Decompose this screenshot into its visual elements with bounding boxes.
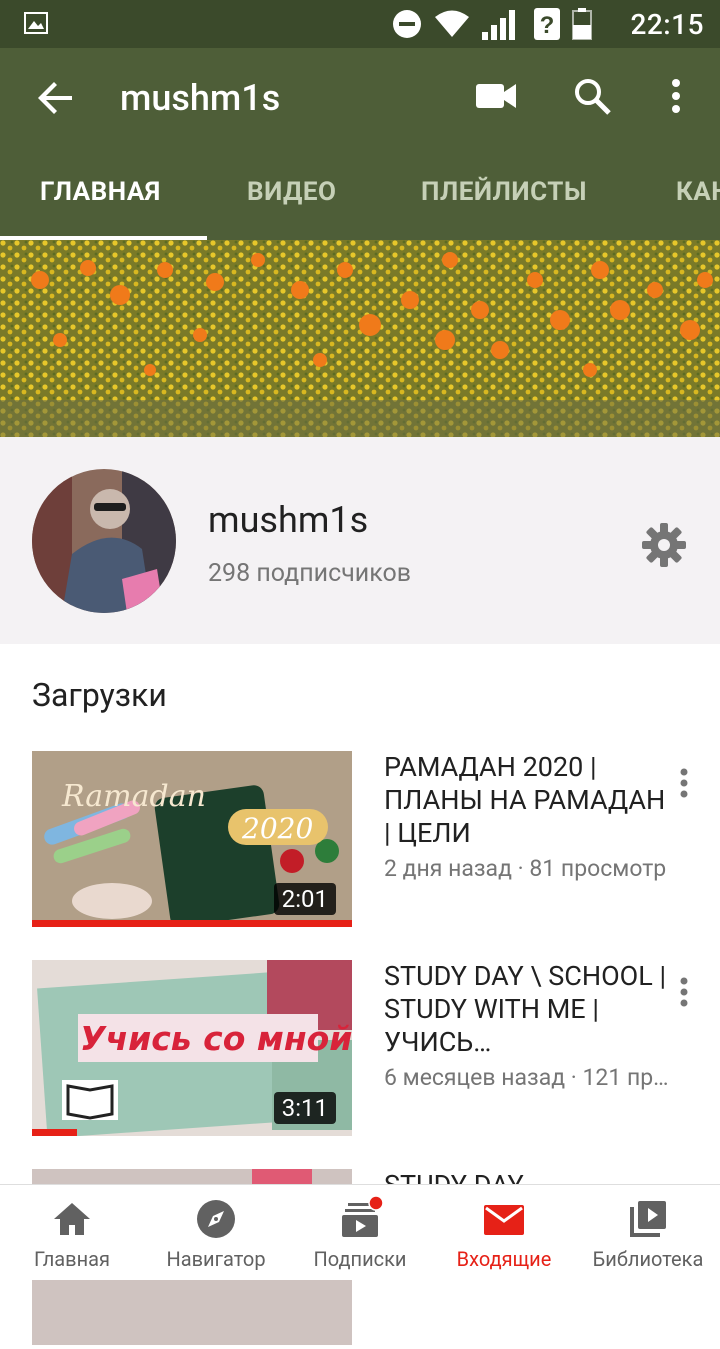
video-meta: 2 дня назад · 81 просмотр [384, 855, 667, 882]
video-title[interactable]: РАМАДАН 2020 | ПЛАНЫ НА РАМАДАН | ЦЕЛИ [384, 751, 674, 850]
more-vert-icon[interactable] [668, 767, 700, 799]
status-time: 22:15 [630, 8, 704, 41]
video-item[interactable]: Учись со мной 3:11 STUDY DAY \ SCHOOL | … [0, 960, 720, 1140]
banner-image [0, 240, 720, 437]
nav-explore[interactable]: Навигатор [144, 1185, 288, 1281]
video-thumbnail[interactable]: Учись со мной 3:11 [32, 960, 352, 1136]
svg-text:2020: 2020 [241, 812, 313, 845]
video-title[interactable]: STUDY DAY \ SCHOOL | STUDY WITH ME | УЧИ… [384, 960, 674, 1059]
nav-label: Подписки [313, 1247, 407, 1271]
video-duration: 2:01 [273, 883, 336, 915]
nav-home[interactable]: Главная [0, 1185, 144, 1281]
uploads-section-title: Загрузки [32, 676, 167, 714]
more-vert-icon [672, 79, 680, 113]
signal-icon [482, 10, 515, 40]
signal-unknown-icon: ? [534, 8, 560, 40]
video-meta: 6 месяцев назад · 121 пр… [384, 1064, 669, 1091]
more-vert-icon[interactable] [668, 976, 700, 1008]
tab-home[interactable]: ГЛАВНАЯ [40, 144, 161, 240]
channel-avatar[interactable] [32, 469, 176, 613]
home-icon [54, 1203, 90, 1235]
app-bar: mushm1s [0, 48, 720, 144]
avatar-image [32, 469, 176, 613]
tab-playlists[interactable]: ПЛЕЙЛИСТЫ [421, 144, 587, 240]
notification-badge [368, 1195, 384, 1211]
subscriber-count: 298 подписчиков [208, 559, 412, 588]
tab-videos[interactable]: ВИДЕО [247, 144, 336, 240]
video-camera-icon [476, 84, 516, 108]
nav-label: Библиотека [592, 1247, 704, 1271]
nav-label: Главная [33, 1247, 111, 1271]
nav-subscriptions[interactable]: Подписки [288, 1185, 432, 1281]
tab-channels[interactable]: КАНАЛЫ [676, 144, 720, 240]
do-not-disturb-icon [393, 10, 421, 38]
channel-name: mushm1s [208, 499, 369, 541]
gear-icon[interactable] [640, 521, 688, 569]
video-item[interactable]: Ramadan 2020 2:01 РАМАДАН 2020 | ПЛАНЫ Н… [0, 751, 720, 931]
more-options-button[interactable] [652, 72, 700, 120]
svg-text:Учись со мной: Учись со мной [80, 1019, 352, 1058]
channel-tabs: ГЛАВНАЯ ВИДЕО ПЛЕЙЛИСТЫ КАНАЛЫ [0, 144, 720, 240]
svg-text:Ramadan: Ramadan [61, 779, 206, 814]
search-button[interactable] [568, 72, 616, 120]
battery-icon [572, 8, 592, 40]
watch-progress-bar [32, 1129, 77, 1136]
watch-progress-bar [32, 920, 352, 927]
nav-library[interactable]: Библиотека [576, 1185, 720, 1281]
inbox-icon [484, 1205, 524, 1235]
camera-button[interactable] [472, 72, 520, 120]
nav-label: Входящие [456, 1247, 552, 1271]
app-bar-title: mushm1s [120, 77, 281, 119]
status-bar: ? 22:15 [0, 0, 720, 48]
back-arrow-icon[interactable] [32, 74, 80, 122]
wifi-icon [435, 10, 469, 37]
bottom-navigation: Главная Навигатор Подписки Входящие Библ… [0, 1184, 720, 1280]
search-icon [575, 79, 611, 115]
nav-inbox[interactable]: Входящие [432, 1185, 576, 1281]
svg-text:?: ? [540, 12, 555, 39]
video-thumbnail[interactable]: Ramadan 2020 2:01 [32, 751, 352, 927]
status-icons: ? [392, 8, 592, 40]
channel-header: mushm1s 298 подписчиков [0, 437, 720, 644]
video-duration: 3:11 [273, 1092, 336, 1124]
channel-banner [0, 240, 720, 437]
nav-label: Навигатор [166, 1247, 266, 1271]
compass-icon [197, 1200, 235, 1238]
image-notification-icon [24, 12, 48, 34]
library-icon [630, 1201, 666, 1237]
